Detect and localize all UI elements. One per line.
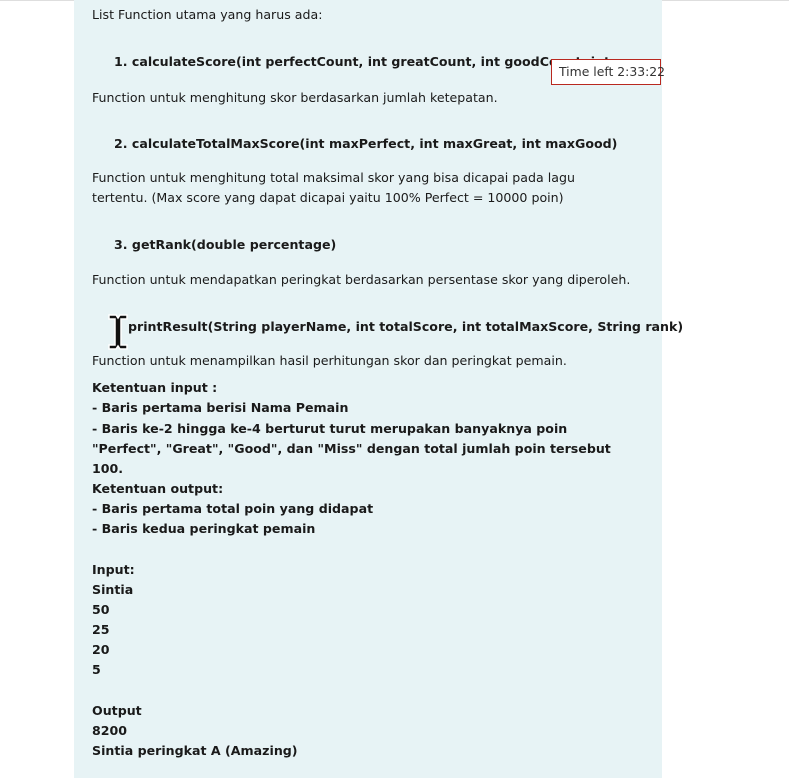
question-content-panel: List Function utama yang harus ada: 1. c… (74, 0, 683, 778)
sample-input-line: 5 (92, 662, 101, 677)
sample-input-line: 50 (92, 602, 110, 617)
time-left-badge[interactable]: Time left 2:33:22 (551, 59, 665, 85)
function-2-description: Function untuk menghitung total maksimal… (92, 170, 575, 205)
function-2-signature: 2. calculateTotalMaxScore(int maxPerfect… (114, 136, 618, 151)
function-1-description: Function untuk menghitung skor berdasark… (92, 90, 498, 105)
sample-output-line: Sintia peringkat A (Amazing) (92, 743, 298, 758)
output-rule-line: - Baris kedua peringkat pemain (92, 521, 316, 536)
sample-input-line: 20 (92, 642, 110, 657)
text-cursor-icon (105, 313, 131, 351)
sample-output-heading: Output (92, 703, 142, 718)
function-3-signature: 3. getRank(double percentage) (114, 237, 337, 252)
function-4-signature: printResult(String playerName, int total… (128, 319, 684, 334)
sample-input-line: Sintia (92, 582, 134, 597)
input-rules-heading: Ketentuan input : (92, 380, 218, 395)
function-list-intro: List Function utama yang harus ada: (92, 7, 323, 22)
input-rule-line: - Baris ke-2 hingga ke-4 berturut turut … (92, 421, 611, 476)
input-rule-line: - Baris pertama berisi Nama Pemain (92, 400, 349, 415)
sample-output-line: 8200 (92, 723, 128, 738)
output-rules-heading: Ketentuan output: (92, 481, 224, 496)
function-3-description: Function untuk mendapatkan peringkat ber… (92, 272, 631, 287)
sample-input-line: 25 (92, 622, 110, 637)
function-4-description: Function untuk menampilkan hasil perhitu… (92, 353, 567, 368)
output-rule-line: - Baris pertama total poin yang didapat (92, 501, 374, 516)
sample-input-heading: Input: (92, 562, 135, 577)
